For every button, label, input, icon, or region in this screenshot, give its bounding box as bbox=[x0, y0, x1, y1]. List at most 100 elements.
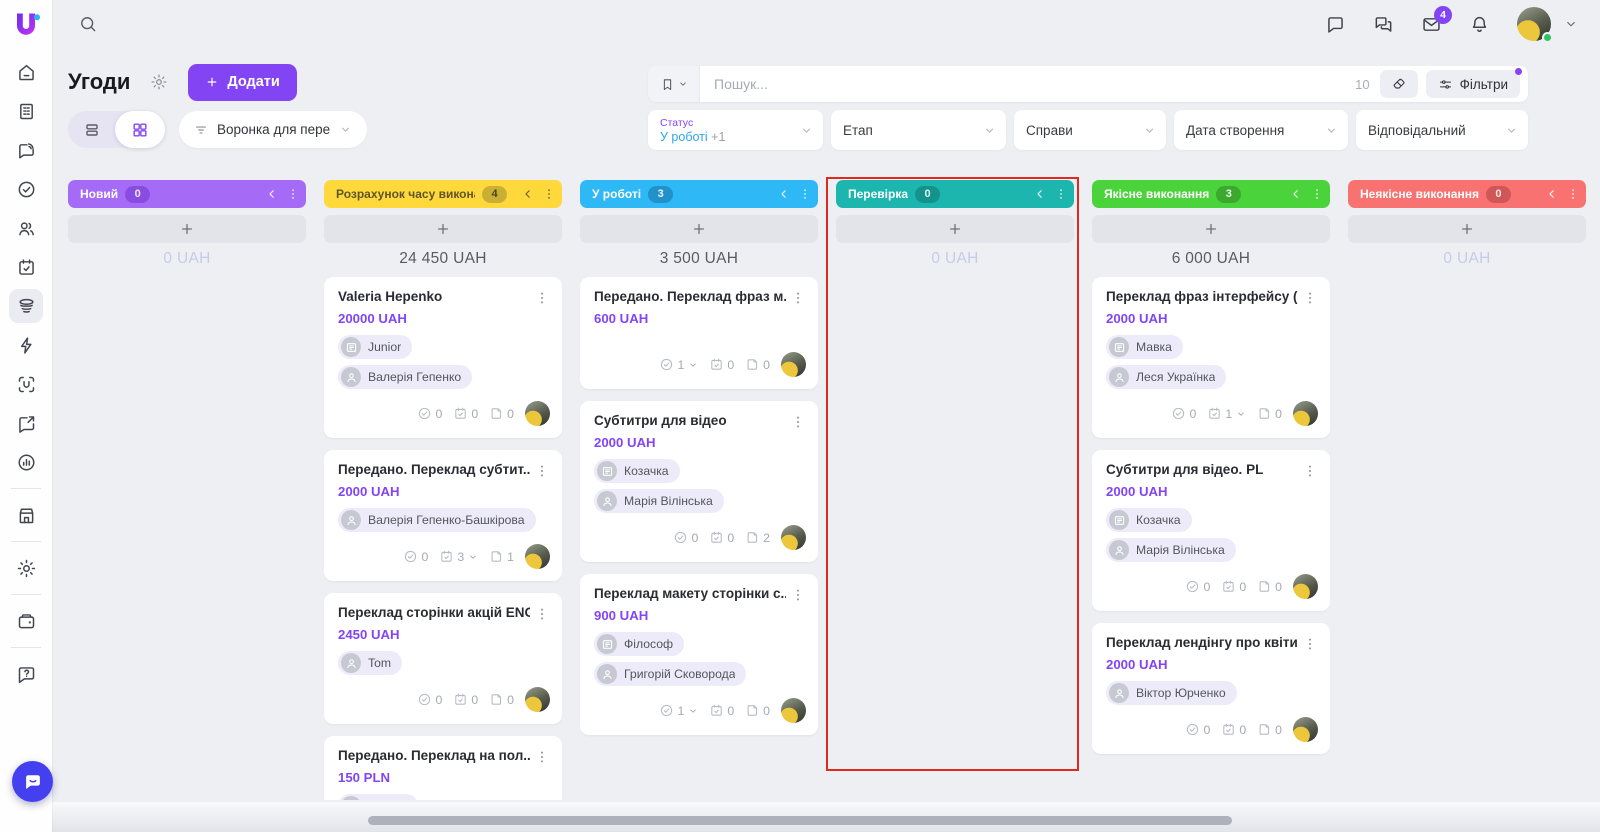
card-chip[interactable]: Козачка bbox=[594, 459, 680, 483]
card-chip[interactable]: Козачка bbox=[1106, 508, 1192, 532]
filter-responsible[interactable]: Відповідальний bbox=[1356, 110, 1528, 150]
deal-card[interactable]: Переклад лендінгу про квіти 2000 UAH Вікто… bbox=[1092, 623, 1330, 754]
sidebar-item-marketplace[interactable] bbox=[9, 498, 43, 532]
collapse-column-icon[interactable] bbox=[1289, 187, 1303, 201]
add-deal-button[interactable] bbox=[1348, 215, 1586, 243]
column-header[interactable]: Розрахунок часу викона... 4 bbox=[324, 180, 562, 208]
deal-card[interactable]: Передано. Переклад на пол... 150 PLN Енеїд… bbox=[324, 736, 562, 800]
card-notes-stat[interactable]: 0 bbox=[1257, 406, 1282, 421]
sidebar-item-calendar[interactable] bbox=[9, 250, 43, 284]
kebab-icon[interactable] bbox=[1302, 463, 1318, 479]
avatar[interactable] bbox=[525, 687, 550, 712]
filter-stage[interactable]: Етап bbox=[831, 110, 1006, 150]
add-deal-button[interactable] bbox=[324, 215, 562, 243]
card-dates-stat[interactable]: 0 bbox=[709, 530, 734, 545]
avatar[interactable] bbox=[1293, 717, 1318, 742]
card-chip[interactable]: Валерія Гепенко bbox=[338, 365, 473, 389]
sidebar-item-tasks[interactable] bbox=[9, 172, 43, 206]
filter-created-date[interactable]: Дата створення bbox=[1174, 110, 1348, 150]
collapse-column-icon[interactable] bbox=[1545, 187, 1559, 201]
avatar[interactable] bbox=[1293, 574, 1318, 599]
card-dates-stat[interactable]: 0 bbox=[1221, 722, 1246, 737]
deal-card[interactable]: Переклад макету сторінки с... 900 UAH Філо… bbox=[580, 574, 818, 735]
saved-search-button[interactable] bbox=[648, 66, 700, 102]
kebab-icon[interactable] bbox=[534, 463, 550, 479]
sidebar-item-help[interactable] bbox=[9, 657, 43, 691]
topbar-notifications-button[interactable] bbox=[1469, 14, 1490, 35]
card-chip[interactable]: Філософ bbox=[594, 632, 685, 656]
list-view-button[interactable] bbox=[68, 111, 115, 148]
card-chip[interactable]: Леся Українка bbox=[1106, 365, 1227, 389]
kebab-icon[interactable] bbox=[790, 587, 806, 603]
collapse-column-icon[interactable] bbox=[265, 187, 279, 201]
search-input[interactable] bbox=[700, 66, 1356, 102]
card-notes-stat[interactable]: 1 bbox=[489, 549, 514, 564]
avatar[interactable] bbox=[781, 352, 806, 377]
card-notes-stat[interactable]: 0 bbox=[1257, 722, 1282, 737]
column-menu-icon[interactable] bbox=[1310, 187, 1324, 201]
kanban-view-button[interactable] bbox=[115, 111, 165, 148]
column-menu-icon[interactable] bbox=[1566, 187, 1580, 201]
column-menu-icon[interactable] bbox=[286, 187, 300, 201]
sidebar-item-analytics[interactable] bbox=[9, 445, 43, 479]
sidebar-item-crm[interactable] bbox=[9, 133, 43, 167]
filter-activities[interactable]: Справи bbox=[1014, 110, 1166, 150]
add-deal-button[interactable] bbox=[836, 215, 1074, 243]
sidebar-item-billing[interactable] bbox=[9, 604, 43, 638]
card-chip[interactable]: Мавка bbox=[1106, 335, 1183, 359]
card-chip[interactable]: Валерія Гепенко-Башкірова bbox=[338, 508, 536, 532]
column-header[interactable]: Перевірка 0 bbox=[836, 180, 1074, 208]
avatar[interactable] bbox=[525, 401, 550, 426]
kebab-icon[interactable] bbox=[1302, 636, 1318, 652]
kebab-icon[interactable] bbox=[534, 749, 550, 765]
card-dates-stat[interactable]: 0 bbox=[453, 692, 478, 707]
card-dates-stat[interactable]: 0 bbox=[709, 357, 734, 372]
kebab-icon[interactable] bbox=[790, 414, 806, 430]
topbar-chat-button[interactable] bbox=[1325, 14, 1346, 35]
card-chip[interactable]: Віктор Юрченко bbox=[1106, 681, 1237, 705]
card-dates-stat[interactable]: 0 bbox=[709, 703, 734, 718]
app-logo[interactable] bbox=[10, 9, 42, 41]
card-tasks-stat[interactable]: 0 bbox=[417, 406, 442, 421]
kebab-icon[interactable] bbox=[790, 290, 806, 306]
add-deal-header-button[interactable]: Додати bbox=[188, 63, 297, 101]
card-chip[interactable]: Junior bbox=[338, 335, 413, 359]
collapse-column-icon[interactable] bbox=[521, 187, 535, 201]
horizontal-scrollbar-thumb[interactable] bbox=[368, 816, 1232, 825]
card-dates-stat[interactable]: 0 bbox=[453, 406, 478, 421]
sidebar-item-home[interactable] bbox=[9, 55, 43, 89]
column-menu-icon[interactable] bbox=[798, 187, 812, 201]
avatar[interactable] bbox=[1293, 401, 1318, 426]
card-chip[interactable]: Енеїда bbox=[338, 794, 418, 800]
card-notes-stat[interactable]: 0 bbox=[489, 406, 514, 421]
kebab-icon[interactable] bbox=[534, 290, 550, 306]
sidebar-item-settings[interactable] bbox=[9, 551, 43, 585]
add-deal-button[interactable] bbox=[68, 215, 306, 243]
card-dates-stat[interactable]: 1 bbox=[1207, 406, 1246, 421]
page-settings-icon[interactable] bbox=[150, 73, 168, 91]
topbar-mail-button[interactable]: 4 bbox=[1421, 5, 1452, 35]
clear-search-button[interactable] bbox=[1379, 70, 1418, 98]
deal-card[interactable]: Переклад фраз інтерфейсу (... 2000 UAH Мав… bbox=[1092, 277, 1330, 438]
sidebar-item-funnel[interactable] bbox=[9, 289, 43, 323]
card-dates-stat[interactable]: 0 bbox=[1221, 579, 1246, 594]
deal-card[interactable]: Передано. Переклад фраз м... 600 UAH 1 0 0 bbox=[580, 277, 818, 389]
card-notes-stat[interactable]: 0 bbox=[1257, 579, 1282, 594]
column-header[interactable]: Новий 0 bbox=[68, 180, 306, 208]
column-header[interactable]: Якісне виконання 3 bbox=[1092, 180, 1330, 208]
card-notes-stat[interactable]: 0 bbox=[745, 357, 770, 372]
search-icon[interactable] bbox=[78, 14, 98, 34]
deal-card[interactable]: Передано. Переклад субтит... 2000 UAH Вале… bbox=[324, 450, 562, 581]
profile-chevron-down-icon[interactable] bbox=[1564, 17, 1578, 31]
deal-card[interactable]: Субтитри для відео 2000 UAH Козачка Марія В… bbox=[580, 401, 818, 562]
card-chip[interactable]: Григорій Сковорода bbox=[594, 662, 747, 686]
sidebar-item-automation[interactable] bbox=[9, 328, 43, 362]
card-notes-stat[interactable]: 0 bbox=[489, 692, 514, 707]
sidebar-item-company[interactable] bbox=[9, 94, 43, 128]
support-chat-button[interactable] bbox=[12, 761, 53, 802]
card-notes-stat[interactable]: 2 bbox=[745, 530, 770, 545]
deal-card[interactable]: Субтитри для відео. PL 2000 UAH Козачка Мар… bbox=[1092, 450, 1330, 611]
card-chip[interactable]: Марія Вілінська bbox=[1106, 538, 1236, 562]
kebab-icon[interactable] bbox=[1302, 290, 1318, 306]
filters-button[interactable]: Фільтри bbox=[1425, 68, 1522, 98]
